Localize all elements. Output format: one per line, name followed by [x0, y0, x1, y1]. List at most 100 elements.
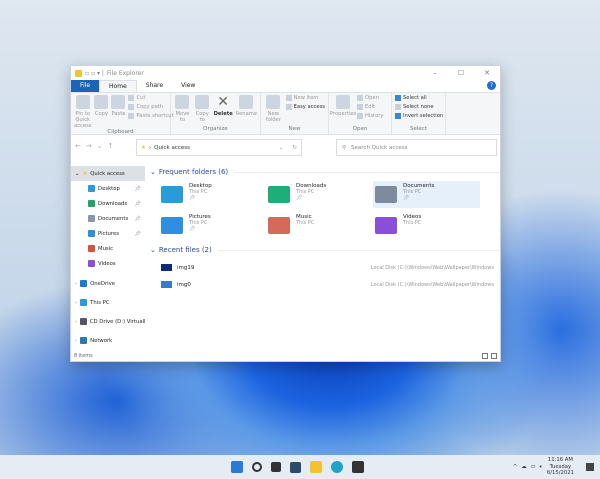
pin-icon: 📌︎: [134, 215, 141, 222]
properties-button[interactable]: Properties: [330, 95, 356, 126]
nav-item-desktop[interactable]: Desktop 📌︎: [71, 181, 145, 196]
label: Copy path: [136, 104, 164, 110]
open-button[interactable]: Open: [357, 95, 383, 101]
notification-icon[interactable]: [586, 463, 594, 471]
help-icon[interactable]: ?: [487, 81, 496, 90]
chevron-up-icon[interactable]: ^: [513, 464, 517, 470]
select-none-button[interactable]: Select none: [395, 104, 443, 110]
edit-button[interactable]: Edit: [357, 104, 383, 110]
folder-tile[interactable]: Desktop This PC 📌︎: [159, 181, 266, 208]
cloud-icon[interactable]: ☁: [521, 464, 526, 470]
copy-button[interactable]: Copy: [94, 95, 109, 129]
time: 11:16 AM: [547, 457, 573, 464]
move-icon: [175, 95, 190, 109]
tab-share[interactable]: Share: [137, 80, 172, 92]
dropdown-icon[interactable]: ⌄: [279, 145, 284, 151]
paste-button[interactable]: Paste: [111, 95, 125, 129]
close-button[interactable]: ✕: [474, 69, 500, 77]
address-bar[interactable]: ★ › Quick access ⌄ ↻: [136, 139, 302, 156]
recent-files-header[interactable]: ⌄ Recent files (2): [147, 244, 500, 256]
nav-item-pictures[interactable]: Pictures 📌︎: [71, 226, 145, 241]
large-icons-view-button[interactable]: [491, 353, 497, 359]
select-all-button[interactable]: Select all: [395, 95, 443, 101]
chevron-right-icon: ›: [148, 144, 152, 151]
chevron-right-icon[interactable]: ›: [75, 319, 77, 325]
recent-file-row[interactable]: img0 Local Disk (C:)\Windows\Web\Wallpape…: [147, 276, 500, 293]
details-view-button[interactable]: [482, 353, 488, 359]
volume-icon[interactable]: 🔈︎: [540, 464, 543, 471]
forward-button[interactable]: →: [86, 142, 92, 150]
open-icon: [357, 95, 363, 101]
new-item-button[interactable]: New item: [285, 95, 325, 101]
easy-access-button[interactable]: Easy access: [285, 104, 325, 110]
store-icon[interactable]: [352, 461, 364, 473]
cut-button[interactable]: Cut: [128, 95, 173, 101]
copy-to-button[interactable]: Copy to: [194, 95, 211, 126]
edge-icon[interactable]: [331, 461, 343, 473]
tab-home[interactable]: Home: [99, 80, 137, 92]
downloads-folder-icon: [268, 186, 290, 203]
network-icon[interactable]: ▭: [531, 464, 536, 470]
history-button[interactable]: History: [357, 113, 383, 119]
search-icon[interactable]: [252, 462, 262, 472]
select-none-icon: [395, 104, 401, 110]
invert-selection-button[interactable]: Invert selection: [395, 113, 443, 119]
label: Frequent folders (6): [158, 168, 229, 176]
chevron-right-icon[interactable]: ›: [75, 300, 77, 306]
tab-file[interactable]: File: [71, 80, 100, 92]
nav-item-videos[interactable]: Videos: [71, 256, 145, 271]
easy-access-icon: [285, 104, 292, 110]
nav-root[interactable]: › OneDrive: [71, 274, 145, 293]
nav-item-documents[interactable]: Documents 📌︎: [71, 211, 145, 226]
move-to-button[interactable]: Move to: [174, 95, 191, 126]
image-thumbnail: [161, 264, 172, 271]
taskbar: ^ ☁ ▭ 🔈︎ 11:16 AM Tuesday 6/15/2021: [0, 455, 600, 479]
nav-item-music[interactable]: Music: [71, 241, 145, 256]
pin-icon: [75, 95, 90, 109]
chevron-down-icon: ⌄: [150, 168, 156, 176]
recent-locations-button[interactable]: ⌄: [97, 142, 103, 150]
refresh-icon[interactable]: ↻: [292, 145, 297, 151]
up-button[interactable]: ↑: [108, 142, 114, 150]
folder-tile[interactable]: Pictures This PC 📌︎: [159, 212, 266, 239]
new-folder-button[interactable]: New folder: [264, 95, 283, 126]
image-thumbnail: [161, 281, 172, 288]
paste-shortcut-button[interactable]: Paste shortcut: [128, 113, 174, 119]
minimize-button[interactable]: –: [422, 69, 448, 77]
nav-root[interactable]: › CD Drive (D:) VirtualB: [71, 312, 145, 331]
task-view-icon[interactable]: [271, 462, 281, 472]
folder-tile[interactable]: Videos This PC: [373, 212, 480, 239]
nav-quick-access[interactable]: ⌄ ★ Quick access: [71, 166, 145, 181]
address-path: Quick access: [154, 144, 190, 151]
search-input[interactable]: ⚲ Search Quick access: [336, 139, 497, 156]
tab-view[interactable]: View: [172, 80, 204, 92]
nav-item-downloads[interactable]: Downloads 📌︎: [71, 196, 145, 211]
pin-button[interactable]: Pin to Quick access: [74, 95, 91, 129]
nav-root[interactable]: › Network: [71, 331, 145, 350]
folder-tile[interactable]: Music This PC: [266, 212, 373, 239]
group-label: Organize: [203, 126, 228, 132]
chevron-right-icon[interactable]: ›: [75, 338, 77, 344]
recent-file-row[interactable]: img19 Local Disk (C:)\Windows\Web\Wallpap…: [147, 259, 500, 276]
copy-path-button[interactable]: Copy path: [128, 104, 173, 110]
clock[interactable]: 11:16 AM Tuesday 6/15/2021: [547, 457, 574, 477]
back-button[interactable]: ←: [75, 142, 81, 150]
folder-tile[interactable]: Downloads This PC 📌︎: [266, 181, 373, 208]
clipboard-group: Pin to Quick access Copy Paste Cut Copy …: [71, 93, 174, 135]
window-title: File Explorer: [106, 69, 144, 77]
nav-root[interactable]: › This PC: [71, 293, 145, 312]
frequent-folders-header[interactable]: ⌄ Frequent folders (6): [147, 166, 500, 178]
navigation-pane: ⌄ ★ Quick access Desktop 📌︎ Downloads 📌︎ Docum…: [71, 166, 145, 353]
maximize-button[interactable]: ☐: [448, 69, 474, 77]
paste-shortcut-icon: [128, 113, 135, 119]
quick-access-toolbar[interactable]: ▫ ▫ ▾ |: [85, 70, 104, 77]
start-icon[interactable]: [231, 461, 243, 473]
search-icon: ⚲: [342, 144, 347, 151]
widgets-icon[interactable]: [290, 461, 301, 473]
file-path: Local Disk (C:)\Windows\Web\Wallpaper\Wi…: [370, 264, 494, 271]
chevron-right-icon[interactable]: ›: [75, 281, 77, 287]
delete-button[interactable]: ✕ Delete: [214, 95, 233, 126]
file-explorer-icon[interactable]: [310, 461, 322, 473]
folder-tile[interactable]: Documents This PC 📌︎: [373, 181, 480, 208]
rename-button[interactable]: Rename: [236, 95, 257, 126]
